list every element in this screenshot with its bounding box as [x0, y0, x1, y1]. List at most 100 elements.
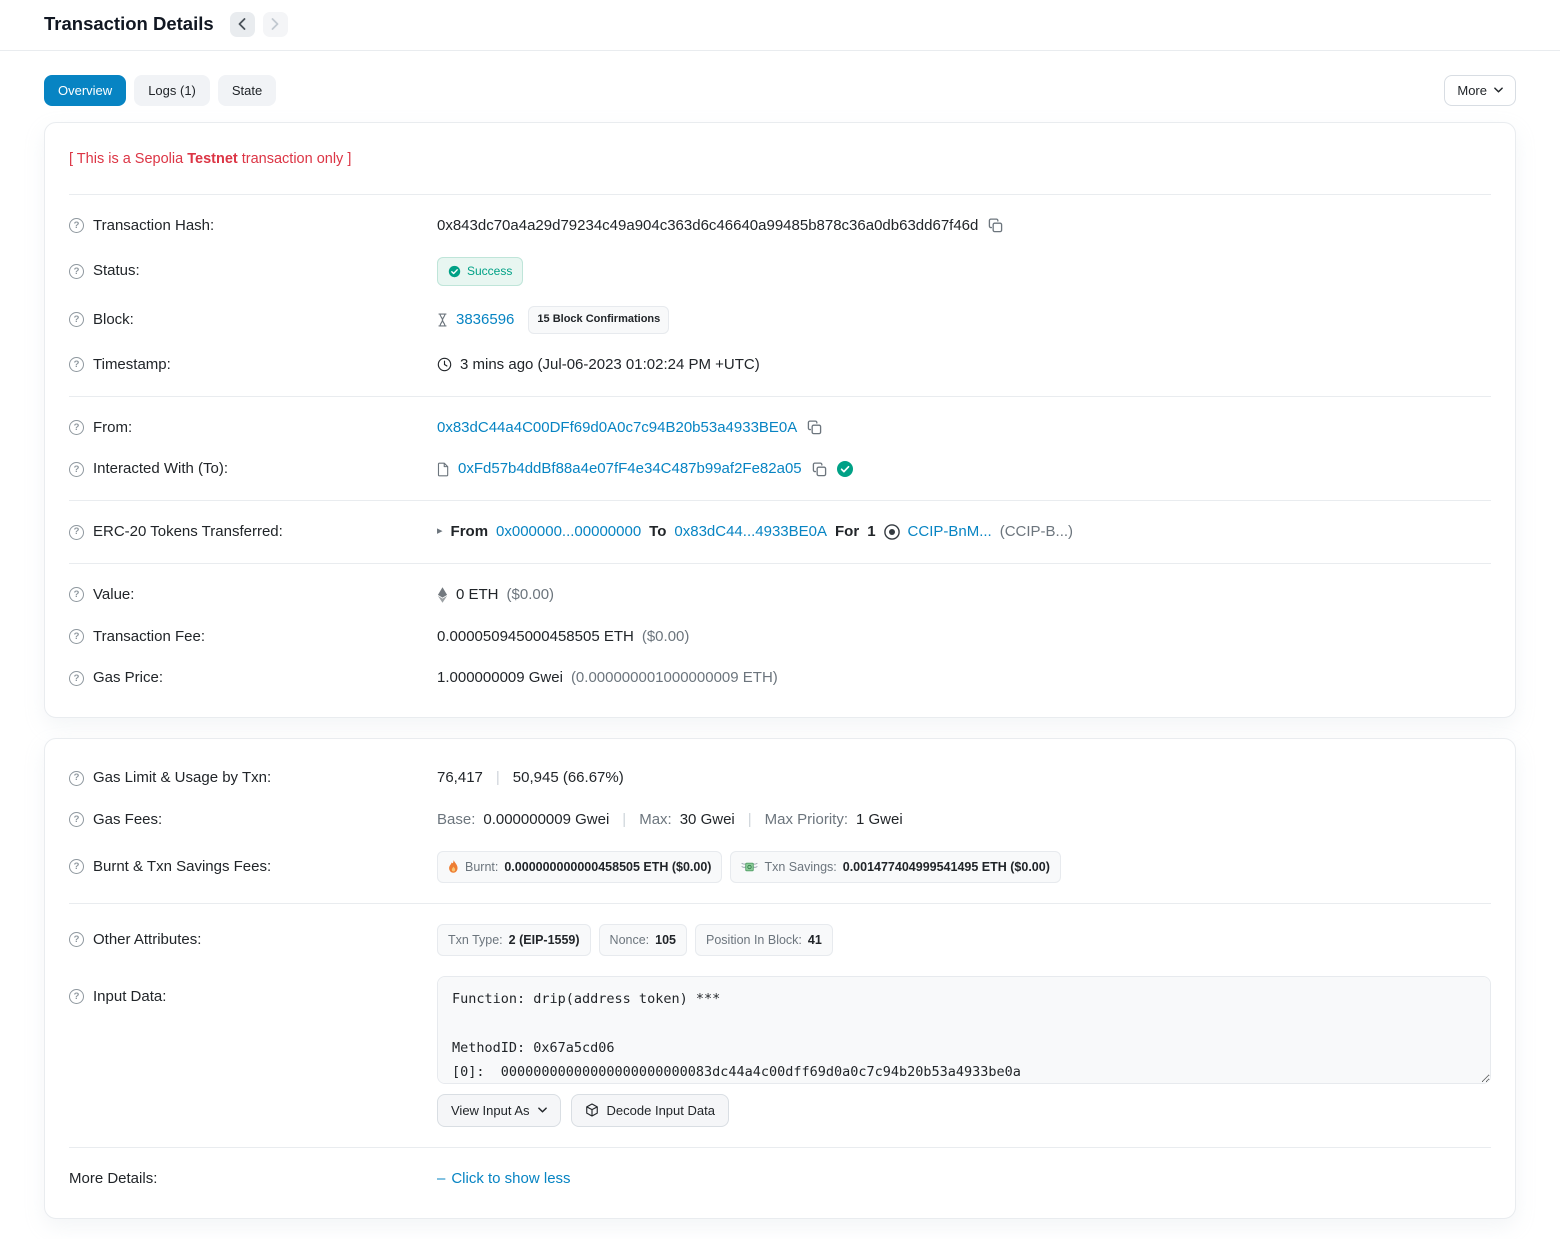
tab-state[interactable]: State [218, 75, 276, 106]
help-icon[interactable]: ? [69, 771, 84, 786]
block-confirmations-badge: 15 Block Confirmations [528, 306, 669, 334]
page-header: Transaction Details [0, 0, 1560, 51]
erc20-to-word: To [649, 521, 666, 543]
row-label: ? ERC-20 Tokens Transferred: [69, 521, 437, 543]
txn-type-label: Txn Type: [448, 931, 503, 949]
help-icon[interactable]: ? [69, 312, 84, 327]
row-value: Base: 0.000000009 Gwei | Max: 30 Gwei | … [437, 809, 1491, 831]
from-address-link[interactable]: 0x83dC44a4C00DFf69d0A0c7c94B20b53a4933BE… [437, 417, 797, 439]
help-icon[interactable]: ? [69, 420, 84, 435]
copy-from-address-button[interactable] [805, 420, 824, 435]
erc20-token-link[interactable]: CCIP-BnM... [908, 521, 992, 543]
nonce-value: 105 [655, 931, 676, 949]
tabs-row: Overview Logs (1) State More [0, 51, 1560, 122]
gas-price-eth: (0.000000001000000009 ETH) [571, 667, 778, 689]
transaction-fee-amount: 0.000050945000458505 ETH [437, 626, 634, 648]
row-label: ? Gas Limit & Usage by Txn: [69, 767, 437, 789]
erc20-to-address-link[interactable]: 0x83dC44...4933BE0A [674, 521, 827, 543]
contract-file-icon [437, 462, 450, 477]
tab-logs[interactable]: Logs (1) [134, 75, 210, 106]
row-burnt-savings: ? Burnt & Txn Savings Fees: Burnt: 0.000… [69, 841, 1491, 893]
help-icon[interactable]: ? [69, 859, 84, 874]
help-icon[interactable]: ? [69, 462, 84, 477]
row-gas-limit-usage: ? Gas Limit & Usage by Txn: 76,417 | 50,… [69, 757, 1491, 799]
burnt-fee-value: 0.000000000000458505 ETH ($0.00) [504, 858, 711, 876]
row-label: ? Block: [69, 309, 437, 331]
row-label: ? Transaction Hash: [69, 215, 437, 237]
from-label: From: [93, 417, 132, 439]
value-amount: 0 ETH [456, 584, 499, 606]
row-interacted-with: ? Interacted With (To): 0xFd57b4ddBf88a4… [69, 448, 1491, 490]
input-data-actions: View Input As Decode Input Data [437, 1094, 1491, 1127]
copy-icon [812, 462, 827, 477]
token-logo-icon [884, 524, 900, 540]
help-icon[interactable]: ? [69, 357, 84, 372]
erc20-from-address-link[interactable]: 0x000000...00000000 [496, 521, 641, 543]
help-icon[interactable]: ? [69, 812, 84, 827]
help-icon[interactable]: ? [69, 671, 84, 686]
separator: | [622, 809, 626, 831]
erc20-amount: 1 [867, 521, 875, 543]
cube-icon [585, 1103, 599, 1117]
row-value: 0 ETH ($0.00) [437, 584, 1491, 606]
interacted-with-label: Interacted With (To): [93, 458, 228, 480]
status-badge-text: Success [467, 263, 512, 280]
help-icon[interactable]: ? [69, 264, 84, 279]
row-value: Txn Type: 2 (EIP-1559) Nonce: 105 Positi… [437, 924, 1491, 956]
tab-overview[interactable]: Overview [44, 75, 126, 106]
fire-icon [448, 860, 459, 874]
row-value: 0xFd57b4ddBf88a4e07fF4e34C487b99af2Fe82a… [437, 458, 1491, 480]
input-data-label: Input Data: [93, 986, 166, 1008]
row-label: ? Timestamp: [69, 354, 437, 376]
row-more-details: More Details: – Click to show less [69, 1158, 1491, 1200]
help-icon[interactable]: ? [69, 989, 84, 1004]
row-timestamp: ? Timestamp: 3 mins ago (Jul-06-2023 01:… [69, 344, 1491, 386]
more-dropdown-label: More [1457, 83, 1487, 98]
help-icon[interactable]: ? [69, 525, 84, 540]
view-input-as-button[interactable]: View Input As [437, 1094, 561, 1127]
row-label: ? Gas Fees: [69, 809, 437, 831]
divider [69, 563, 1491, 564]
divider [69, 396, 1491, 397]
help-icon[interactable]: ? [69, 629, 84, 644]
transaction-details-page: Transaction Details Overview Logs (1) St… [0, 0, 1560, 1219]
decode-input-data-button[interactable]: Decode Input Data [571, 1094, 729, 1127]
row-value: 3836596 15 Block Confirmations [437, 306, 1491, 334]
block-number-link[interactable]: 3836596 [456, 309, 514, 331]
help-icon[interactable]: ? [69, 218, 84, 233]
help-icon[interactable]: ? [69, 932, 84, 947]
row-label: ? Input Data: [69, 976, 437, 1008]
help-icon[interactable]: ? [69, 587, 84, 602]
previous-transaction-button[interactable] [230, 12, 255, 37]
hourglass-icon [437, 313, 448, 327]
transaction-hash-value: 0x843dc70a4a29d79234c49a904c363d6c46640a… [437, 215, 978, 237]
burnt-fee-label: Burnt: [465, 858, 498, 876]
collapse-icon: – [437, 1168, 445, 1190]
chevron-right-icon [271, 18, 279, 30]
chevron-left-icon [238, 18, 246, 30]
input-data-textarea[interactable]: Function: drip(address token) *** Method… [437, 976, 1491, 1084]
row-gas-fees: ? Gas Fees: Base: 0.000000009 Gwei | Max… [69, 799, 1491, 841]
divider [69, 1147, 1491, 1148]
copy-to-address-button[interactable] [810, 462, 829, 477]
caret-icon: ▸ [437, 524, 443, 540]
to-address-link[interactable]: 0xFd57b4ddBf88a4e07fF4e34C487b99af2Fe82a… [458, 458, 802, 480]
other-attributes-label: Other Attributes: [93, 929, 201, 951]
separator: | [748, 809, 752, 831]
row-label: ? Burnt & Txn Savings Fees: [69, 856, 437, 878]
copy-transaction-hash-button[interactable] [986, 218, 1005, 233]
more-dropdown-button[interactable]: More [1444, 75, 1516, 106]
show-less-toggle[interactable]: – Click to show less [437, 1168, 571, 1190]
row-label: ? Status: [69, 260, 437, 282]
notice-network: Testnet [187, 151, 238, 167]
erc20-from-word: From [451, 521, 489, 543]
gas-fees-label: Gas Fees: [93, 809, 162, 831]
max-priority-value: 1 Gwei [856, 809, 903, 831]
next-transaction-button[interactable] [263, 12, 288, 37]
notice-suffix: transaction only ] [238, 151, 352, 167]
txn-type-pill: Txn Type: 2 (EIP-1559) [437, 924, 591, 956]
clock-icon [437, 357, 452, 372]
divider [69, 500, 1491, 501]
view-input-as-label: View Input As [451, 1103, 530, 1118]
erc20-transfers-label: ERC-20 Tokens Transferred: [93, 521, 283, 543]
